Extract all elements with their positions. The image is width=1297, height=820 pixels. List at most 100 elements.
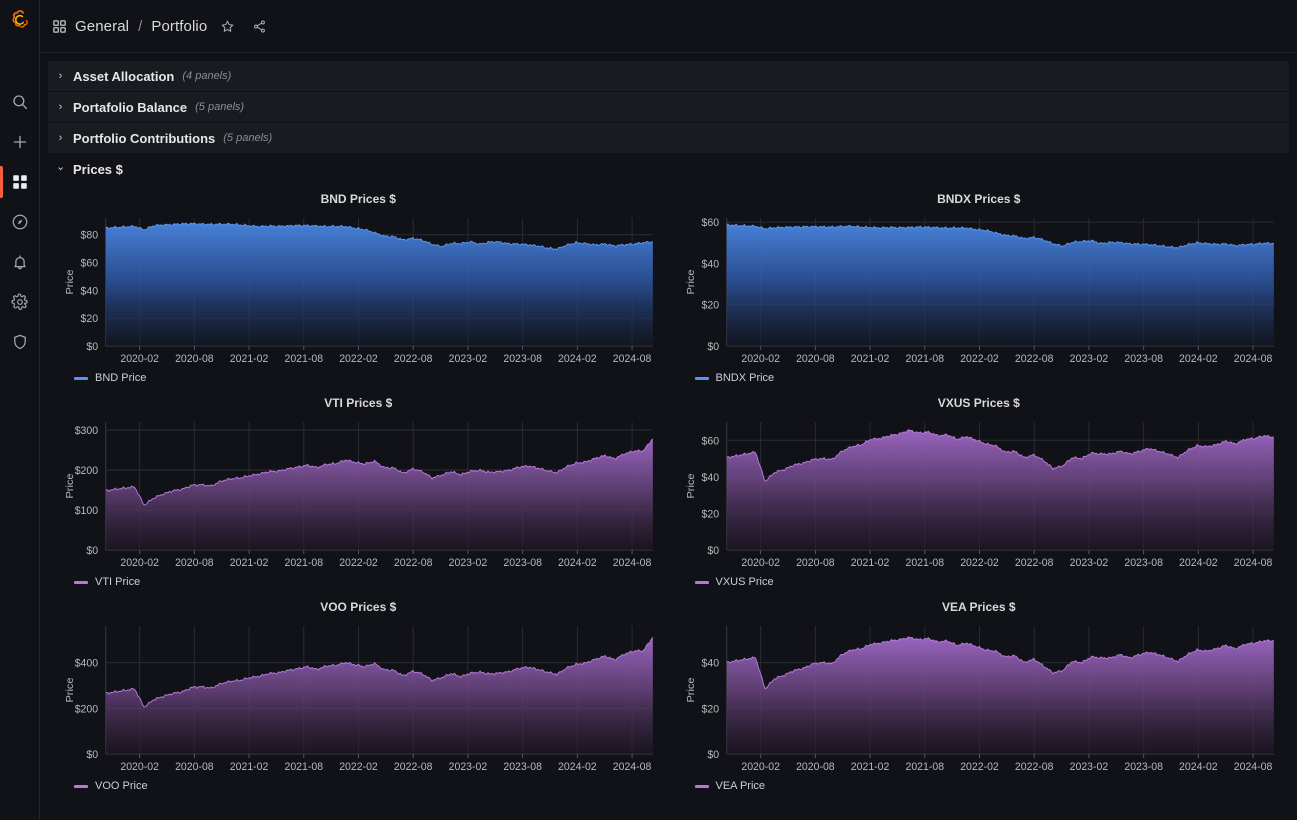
plot-area[interactable]: $0 $20 $40 $60 2020-02 2020-08 2021-02 2021-08 2… <box>677 208 1282 370</box>
svg-text:2023-08: 2023-08 <box>1124 557 1163 569</box>
sidebar-item-search[interactable] <box>0 82 40 122</box>
panel-bnd-price[interactable]: BND Prices $ $0 $20 $40 $60 $80 2020-02 2020-08… <box>48 184 669 388</box>
svg-text:2024-08: 2024-08 <box>613 761 652 773</box>
svg-text:2020-02: 2020-02 <box>120 557 159 569</box>
svg-text:2024-02: 2024-02 <box>558 353 597 365</box>
legend-series-label[interactable]: VOO Price <box>95 780 148 792</box>
plot-area[interactable]: $0 $20 $40 $60 2020-02 2020-08 2021-02 2021-08 2… <box>677 412 1282 574</box>
svg-text:2020-02: 2020-02 <box>741 353 780 365</box>
breadcrumb-folder[interactable]: General <box>75 18 129 35</box>
panel-legend[interactable]: VXUS Price <box>677 574 1282 590</box>
svg-text:2022-02: 2022-02 <box>339 557 378 569</box>
legend-series-label[interactable]: VTI Price <box>95 576 140 588</box>
svg-text:2021-02: 2021-02 <box>230 353 269 365</box>
svg-text:$40: $40 <box>701 472 719 484</box>
svg-text:2023-08: 2023-08 <box>1124 353 1163 365</box>
svg-text:$20: $20 <box>701 300 719 312</box>
plot-area[interactable]: $0 $100 $200 $300 2020-02 2020-08 2021-02 2021-… <box>56 412 661 574</box>
svg-text:$20: $20 <box>701 703 719 715</box>
chevron-right-icon: › <box>58 132 63 144</box>
chevron-right-icon: › <box>58 70 63 82</box>
row-panel-count: (5 panels) <box>195 101 245 113</box>
grafana-app: General / Portfolio › Asset Allocation (… <box>0 0 1297 820</box>
svg-text:2021-02: 2021-02 <box>230 557 269 569</box>
svg-text:2024-02: 2024-02 <box>1179 761 1218 773</box>
svg-text:2022-02: 2022-02 <box>960 353 999 365</box>
svg-text:2021-08: 2021-08 <box>285 353 324 365</box>
panel-legend[interactable]: BND Price <box>56 370 661 386</box>
panel-legend[interactable]: VTI Price <box>56 574 661 590</box>
sidebar-item-create[interactable] <box>0 122 40 162</box>
series-area <box>726 637 1274 754</box>
share-icon[interactable] <box>252 19 267 34</box>
legend-series-label[interactable]: BNDX Price <box>716 372 775 384</box>
row-header-portfolio-contributions[interactable]: › Portfolio Contributions (5 panels) <box>48 123 1289 153</box>
svg-text:2024-08: 2024-08 <box>1233 761 1272 773</box>
svg-text:2020-02: 2020-02 <box>120 761 159 773</box>
grafana-logo-icon[interactable] <box>0 0 40 40</box>
shield-icon <box>13 334 26 350</box>
panel-voo-price[interactable]: VOO Prices $ $0 $200 $400 2020-02 2020-08 2021… <box>48 592 669 796</box>
svg-text:2022-02: 2022-02 <box>339 353 378 365</box>
svg-text:2023-02: 2023-02 <box>449 557 488 569</box>
panel-title: VOO Prices $ <box>320 600 397 614</box>
sidebar-item-explore[interactable] <box>0 202 40 242</box>
svg-text:$40: $40 <box>701 258 719 270</box>
svg-text:2021-02: 2021-02 <box>230 761 269 773</box>
svg-text:2024-02: 2024-02 <box>558 557 597 569</box>
plot-area[interactable]: $0 $20 $40 2020-02 2020-08 2021-02 2021-08 2022… <box>677 616 1282 778</box>
breadcrumb-dashboard-title[interactable]: Portfolio <box>151 18 207 35</box>
panel-vea-price[interactable]: VEA Prices $ $0 $20 $40 2020-02 2020-08 2021-0… <box>668 592 1289 796</box>
row-header-prices[interactable]: ⌄ Prices $ <box>48 154 1289 184</box>
plot-area[interactable]: $0 $20 $40 $60 $80 2020-02 2020-08 2021-02 2021-… <box>56 208 661 370</box>
panel-title: VXUS Prices $ <box>937 396 1020 410</box>
svg-text:Price: Price <box>685 269 697 294</box>
panel-legend[interactable]: VOO Price <box>56 778 661 794</box>
panel-bndx-price[interactable]: BNDX Prices $ $0 $20 $40 $60 2020-02 2020-08 20… <box>668 184 1289 388</box>
svg-text:2021-08: 2021-08 <box>905 761 944 773</box>
svg-text:Price: Price <box>64 473 76 498</box>
panel-legend[interactable]: VEA Price <box>677 778 1282 794</box>
series-area <box>105 222 653 346</box>
row-header-portafolio-balance[interactable]: › Portafolio Balance (5 panels) <box>48 92 1289 122</box>
compass-icon <box>12 214 27 230</box>
svg-text:$100: $100 <box>75 505 98 517</box>
svg-text:2021-02: 2021-02 <box>850 353 889 365</box>
row-header-asset-allocation[interactable]: › Asset Allocation (4 panels) <box>48 61 1289 91</box>
panel-legend[interactable]: BNDX Price <box>677 370 1282 386</box>
svg-text:$60: $60 <box>701 217 719 229</box>
row-panel-count: (5 panels) <box>223 132 273 144</box>
svg-text:2023-02: 2023-02 <box>449 353 488 365</box>
star-icon[interactable] <box>220 19 235 34</box>
sidebar-item-alerting[interactable] <box>0 242 40 282</box>
row-title: Portfolio Contributions <box>73 130 216 146</box>
svg-text:2023-08: 2023-08 <box>503 761 542 773</box>
svg-text:2024-08: 2024-08 <box>1233 353 1272 365</box>
svg-text:$300: $300 <box>75 425 98 437</box>
svg-text:2022-02: 2022-02 <box>960 557 999 569</box>
panel-grid: BND Prices $ $0 $20 $40 $60 $80 2020-02 2020-08… <box>48 184 1289 796</box>
panel-vxus-price[interactable]: VXUS Prices $ $0 $20 $40 $60 2020-02 2020-08 20… <box>668 388 1289 592</box>
sidebar-item-server-admin[interactable] <box>0 322 40 362</box>
svg-text:2024-08: 2024-08 <box>613 557 652 569</box>
svg-text:2020-08: 2020-08 <box>175 557 214 569</box>
sidebar-item-configuration[interactable] <box>0 282 40 322</box>
svg-text:$0: $0 <box>86 749 98 761</box>
panel-vti-price[interactable]: VTI Prices $ $0 $100 $200 $300 2020-02 2020-08… <box>48 388 669 592</box>
svg-text:2023-02: 2023-02 <box>1069 353 1108 365</box>
top-navigation-bar: General / Portfolio <box>40 0 1297 53</box>
legend-color-swatch <box>694 580 709 584</box>
svg-text:Price: Price <box>685 677 697 702</box>
plot-area[interactable]: $0 $200 $400 2020-02 2020-08 2021-02 2021-08 20… <box>56 616 661 778</box>
svg-text:2024-08: 2024-08 <box>1233 557 1272 569</box>
legend-series-label[interactable]: BND Price <box>95 372 146 384</box>
panel-title: VTI Prices $ <box>324 396 393 410</box>
legend-series-label[interactable]: VXUS Price <box>716 576 774 588</box>
svg-text:2020-08: 2020-08 <box>175 761 214 773</box>
legend-series-label[interactable]: VEA Price <box>716 780 766 792</box>
svg-text:$0: $0 <box>86 341 98 353</box>
sidebar-item-dashboards[interactable] <box>0 162 40 202</box>
gear-icon <box>10 293 28 310</box>
dashboard-scroll-area[interactable]: › Asset Allocation (4 panels) › Portafol… <box>40 53 1297 820</box>
svg-text:2022-08: 2022-08 <box>394 761 433 773</box>
